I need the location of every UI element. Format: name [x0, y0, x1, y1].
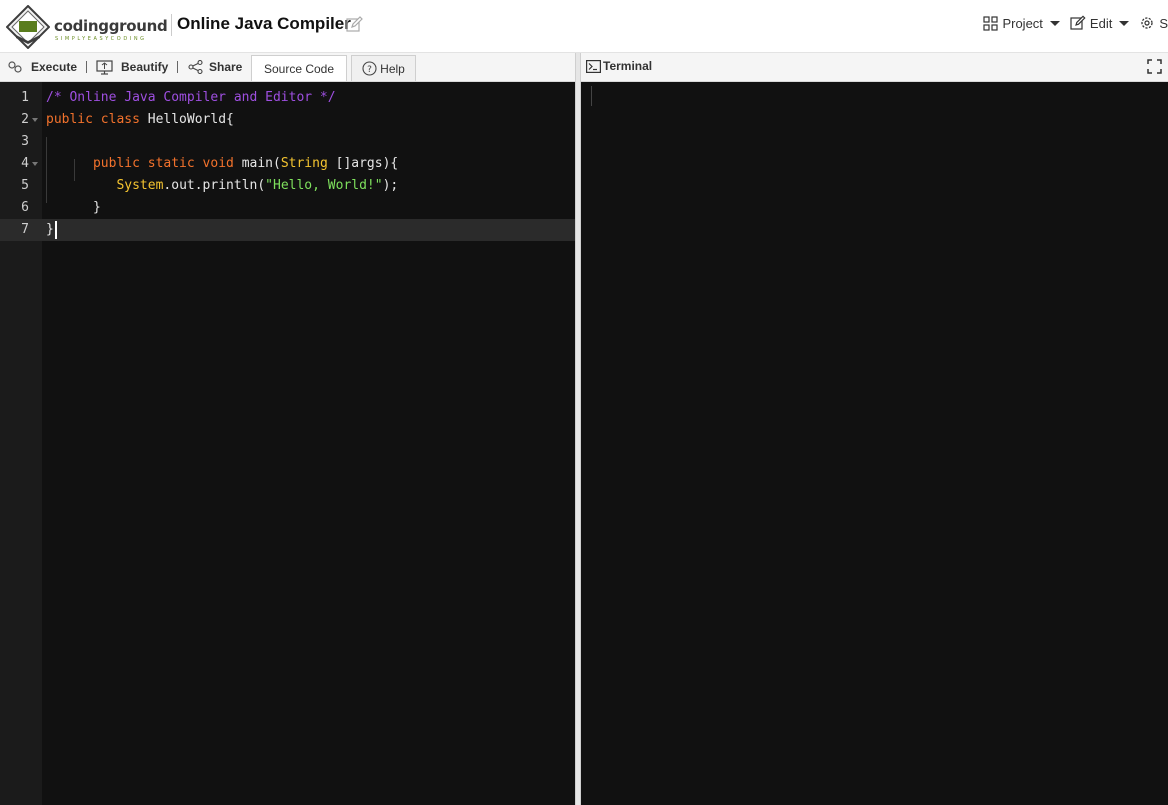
- execute-label: Execute: [31, 60, 78, 74]
- terminal-label: Terminal: [603, 59, 653, 73]
- logo-diamond-icon: [6, 5, 50, 49]
- app-header: codingground SIMPLYEASYCODING Online Jav…: [0, 0, 1168, 53]
- project-menu-label: Project: [1002, 15, 1043, 31]
- tab-help[interactable]: ? Help: [351, 55, 416, 81]
- terminal-pane: Terminal: [581, 53, 1168, 805]
- terminal-icon: [586, 60, 601, 73]
- code-line: 2 public class HelloWorld{: [0, 109, 575, 131]
- code-line: 7}: [0, 219, 575, 241]
- top-menu: Project Edit S: [973, 15, 1168, 31]
- code-text: public class HelloWorld{: [46, 109, 234, 131]
- code-text: System.out.println("Hello, World!");: [46, 175, 398, 197]
- gear-icon: [1141, 17, 1153, 29]
- fold-toggle-icon[interactable]: [32, 162, 38, 166]
- code-token: public static void: [92, 156, 242, 171]
- svg-text:?: ?: [367, 65, 372, 75]
- beautify-label: Beautify: [121, 60, 169, 74]
- line-number: 5: [21, 178, 29, 193]
- code-token: }: [46, 222, 54, 237]
- execute-button[interactable]: Execute: [7, 53, 77, 81]
- edit-menu[interactable]: Edit: [1070, 15, 1130, 31]
- code-token: }: [46, 200, 101, 215]
- tab-source-code-label: Source Code: [263, 61, 335, 76]
- code-token: String: [280, 156, 328, 171]
- chevron-down-icon: [1049, 20, 1060, 26]
- code-line: 4 public static void main(String []args)…: [0, 153, 575, 175]
- page-title: Online Java Compiler: [177, 14, 351, 33]
- code-token: "Hello, World!": [265, 178, 383, 193]
- codingground-logo[interactable]: codingground SIMPLYEASYCODING: [6, 5, 168, 49]
- chevron-down-icon: [1119, 20, 1130, 26]
- fullscreen-icon[interactable]: [1147, 59, 1162, 74]
- code-text: }: [46, 197, 101, 219]
- tab-source-code[interactable]: Source Code: [251, 55, 347, 81]
- settings-menu[interactable]: S: [1139, 15, 1168, 31]
- share-icon: [188, 60, 203, 74]
- settings-menu-label: S: [1159, 15, 1168, 31]
- code-text: }: [46, 219, 54, 241]
- beautify-button[interactable]: Beautify: [96, 53, 168, 81]
- tab-help-label: Help: [380, 61, 405, 76]
- fold-toggle-icon[interactable]: [32, 118, 38, 122]
- title-divider: [171, 14, 172, 36]
- gears-icon: [8, 61, 22, 73]
- line-number: 6: [21, 200, 29, 215]
- share-button[interactable]: Share: [188, 53, 242, 81]
- code-text: public static void main(String []args){: [46, 153, 398, 175]
- toolbar-divider: [86, 61, 87, 73]
- code-token: main(: [241, 156, 281, 171]
- line-number: 3: [21, 134, 29, 149]
- code-line: 3: [0, 131, 575, 153]
- editor-pane: Execute Beautify Share Source Code ? Hel…: [0, 53, 575, 805]
- line-number: 7: [21, 222, 29, 237]
- code-token: public class: [46, 112, 148, 127]
- monitor-icon: [96, 59, 113, 75]
- project-menu[interactable]: Project: [983, 15, 1060, 31]
- edit-menu-label: Edit: [1089, 15, 1113, 31]
- text-cursor: [55, 221, 57, 239]
- terminal-cursor: [591, 86, 592, 106]
- logo-text: codingground: [54, 17, 168, 35]
- grid-icon: [983, 15, 999, 31]
- line-number: 4: [21, 156, 29, 171]
- share-label: Share: [209, 60, 243, 74]
- editor-toolbar: Execute Beautify Share Source Code ? Hel…: [0, 53, 575, 82]
- code-editor[interactable]: 1 /* Online Java Compiler and Editor */ 2 p…: [0, 82, 575, 805]
- terminal-header: Terminal: [581, 53, 1168, 82]
- code-token: HelloWorld{: [147, 112, 234, 127]
- toolbar-divider: [177, 61, 178, 73]
- line-number: 2: [21, 112, 29, 127]
- code-token: );: [382, 178, 399, 193]
- terminal-output[interactable]: [581, 82, 1168, 805]
- logo-tagline: SIMPLYEASYCODING: [55, 36, 147, 42]
- code-line: 6 }: [0, 197, 575, 219]
- edit-icon: [1070, 15, 1086, 30]
- code-token: []args){: [327, 156, 399, 171]
- edit-title-icon[interactable]: [346, 16, 363, 33]
- code-text: /* Online Java Compiler and Editor */: [46, 87, 336, 109]
- code-token: System: [116, 178, 164, 193]
- code-token: .out.println(: [163, 178, 266, 193]
- code-line: 5 System.out.println("Hello, World!");: [0, 175, 575, 197]
- code-line: 1 /* Online Java Compiler and Editor */: [0, 87, 575, 109]
- code-token: /* Online Java Compiler and Editor */: [46, 90, 336, 105]
- help-icon: ?: [362, 61, 377, 76]
- line-number: 1: [21, 90, 29, 105]
